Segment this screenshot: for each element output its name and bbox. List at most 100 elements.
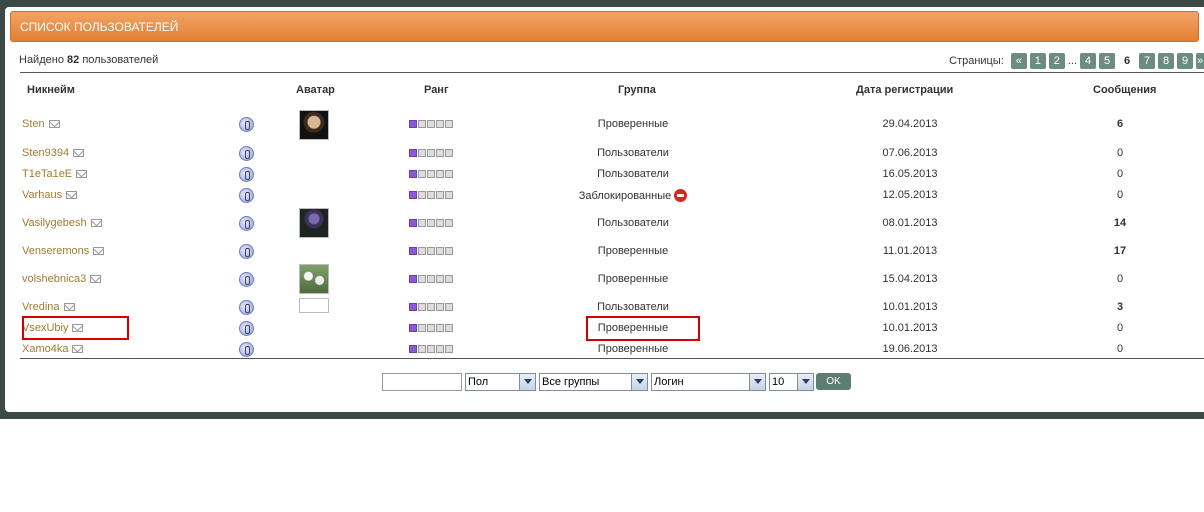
rank-indicator: [409, 247, 453, 255]
message-count: 0: [1116, 147, 1124, 159]
profile-icon[interactable]: [239, 167, 254, 182]
highlight-box-nick: [22, 316, 129, 340]
profile-icon[interactable]: [239, 244, 254, 259]
page-button-4[interactable]: 4: [1080, 53, 1096, 69]
user-nick-link[interactable]: Xamo4ka: [22, 343, 84, 355]
envelope-icon[interactable]: [90, 219, 102, 227]
column-header-messages[interactable]: Сообщения: [1093, 84, 1156, 96]
message-count: 6: [1116, 118, 1124, 130]
user-group: Пользователи: [597, 301, 669, 313]
registration-date: 10.01.2013: [882, 322, 938, 334]
users-found-summary: Найдено 82 пользователей: [19, 54, 159, 66]
envelope-icon[interactable]: [93, 247, 105, 255]
page-next-button[interactable]: »: [1196, 53, 1204, 69]
rank-indicator: [409, 345, 453, 353]
column-header-registration-date[interactable]: Дата регистрации: [856, 84, 953, 96]
registration-date: 19.06.2013: [882, 343, 938, 355]
user-group: Проверенные: [597, 343, 669, 355]
user-group: Заблокированные: [543, 189, 723, 202]
user-nick-link[interactable]: Varhaus: [22, 189, 78, 201]
avatar[interactable]: [299, 208, 329, 238]
rank-indicator: [409, 120, 453, 128]
profile-icon[interactable]: [239, 188, 254, 203]
group-select[interactable]: Все группы: [539, 373, 648, 391]
user-nick-link[interactable]: Vredina: [22, 301, 75, 313]
rank-indicator: [409, 303, 453, 311]
user-nick-link[interactable]: Venseremons: [22, 245, 105, 257]
user-group: Пользователи: [597, 168, 669, 180]
pagination: Страницы: « 1 2 ... 4 5 6 7 8 9 »: [949, 52, 1204, 70]
pagination-ellipsis: ...: [1067, 55, 1077, 67]
registration-date: 16.05.2013: [882, 168, 938, 180]
envelope-icon[interactable]: [63, 303, 75, 311]
avatar[interactable]: [299, 298, 329, 313]
user-nick-link[interactable]: volshebnica3: [22, 273, 102, 285]
rank-indicator: [409, 149, 453, 157]
user-group: Пользователи: [597, 217, 669, 229]
profile-icon[interactable]: [239, 146, 254, 161]
user-nick-link[interactable]: Vasilygebesh: [22, 217, 102, 229]
registration-date: 29.04.2013: [882, 118, 938, 130]
user-group: Проверенные: [597, 273, 669, 285]
column-header-rank: Ранг: [424, 84, 449, 96]
message-count: 0: [1116, 189, 1124, 201]
column-header-avatar: Аватар: [296, 84, 335, 96]
page-current-6: 6: [1118, 52, 1136, 70]
profile-icon[interactable]: [239, 117, 254, 132]
page-button-8[interactable]: 8: [1158, 53, 1174, 69]
chevron-down-icon[interactable]: [797, 374, 813, 390]
chevron-down-icon[interactable]: [749, 374, 765, 390]
page-title: СПИСОК ПОЛЬЗОВАТЕЛЕЙ: [10, 11, 1199, 42]
gender-select[interactable]: Пол: [465, 373, 536, 391]
page-button-5[interactable]: 5: [1099, 53, 1115, 69]
pagination-label: Страницы:: [949, 55, 1004, 67]
page-button-9[interactable]: 9: [1177, 53, 1193, 69]
profile-icon[interactable]: [239, 342, 254, 357]
message-count: 3: [1116, 301, 1124, 313]
avatar[interactable]: [299, 110, 329, 140]
column-header-group[interactable]: Группа: [618, 84, 656, 96]
envelope-icon[interactable]: [73, 149, 85, 157]
page-prev-button[interactable]: «: [1010, 53, 1027, 69]
rank-indicator: [409, 191, 453, 199]
chevron-down-icon[interactable]: [519, 374, 535, 390]
user-nick-link[interactable]: Sten9394: [22, 147, 85, 159]
registration-date: 07.06.2013: [882, 147, 938, 159]
message-count: 0: [1116, 168, 1124, 180]
envelope-icon[interactable]: [76, 170, 88, 178]
message-count: 17: [1113, 245, 1127, 257]
page-button-2[interactable]: 2: [1048, 53, 1065, 69]
user-nick-link[interactable]: T1eTa1eE: [22, 168, 88, 180]
ok-button[interactable]: OK: [816, 373, 851, 390]
profile-icon[interactable]: [239, 321, 254, 336]
envelope-icon[interactable]: [90, 275, 102, 283]
message-count: 0: [1116, 273, 1124, 285]
envelope-icon[interactable]: [48, 120, 60, 128]
rank-indicator: [409, 324, 453, 332]
avatar[interactable]: [299, 264, 329, 294]
chevron-down-icon[interactable]: [631, 374, 647, 390]
user-nick-link[interactable]: Sten: [22, 118, 60, 130]
profile-icon[interactable]: [239, 272, 254, 287]
column-header-nick[interactable]: Никнейм: [27, 84, 75, 96]
envelope-icon[interactable]: [66, 191, 78, 199]
envelope-icon[interactable]: [72, 345, 84, 353]
message-count: 0: [1116, 322, 1124, 334]
message-count: 0: [1116, 343, 1124, 355]
blocked-icon: [674, 189, 688, 202]
registration-date: 11.01.2013: [882, 245, 938, 257]
table-top-divider: [20, 72, 1204, 73]
user-group: Проверенные: [597, 245, 669, 257]
user-group: Пользователи: [597, 147, 669, 159]
registration-date: 15.04.2013: [882, 273, 938, 285]
page-button-7[interactable]: 7: [1139, 53, 1155, 69]
page-button-1[interactable]: 1: [1029, 53, 1046, 69]
per-page-select[interactable]: 10: [769, 373, 814, 391]
registration-date: 12.05.2013: [882, 189, 938, 201]
highlight-box-group: [586, 316, 700, 341]
sort-select[interactable]: Логин: [651, 373, 766, 391]
search-input[interactable]: [382, 373, 462, 391]
profile-icon[interactable]: [239, 300, 254, 315]
user-group: Проверенные: [597, 118, 669, 130]
profile-icon[interactable]: [239, 216, 254, 231]
